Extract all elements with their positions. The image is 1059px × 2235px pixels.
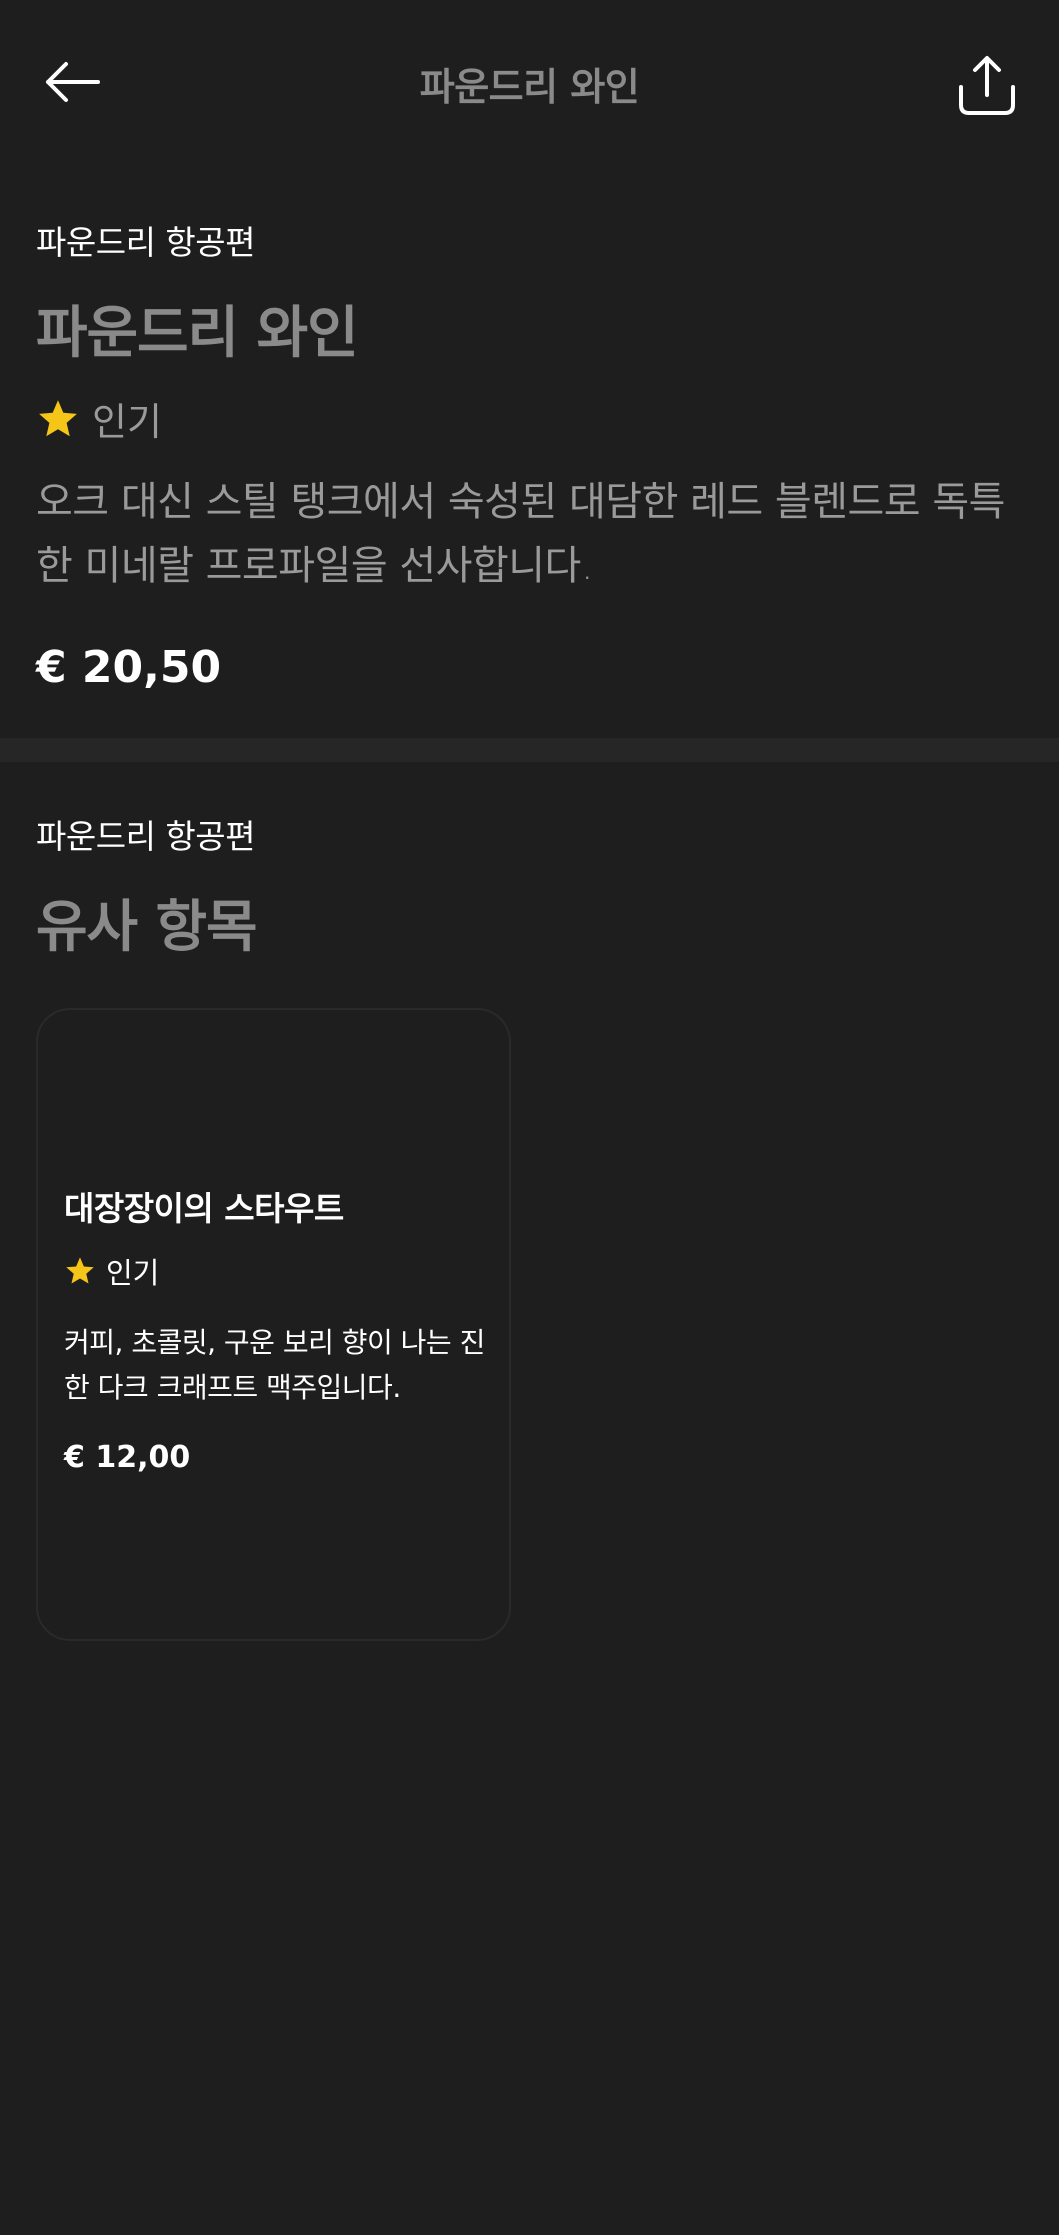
- top-bar: 파운드리 와인: [0, 0, 1059, 168]
- card-content: 대장장이의 스타우트 인기 커피, 초콜릿, 구운 보리 향이 나는 진한 다크…: [64, 1182, 494, 1475]
- star-icon: [66, 1257, 94, 1284]
- product-title: 파운드리 와인: [36, 301, 359, 366]
- share-button[interactable]: [950, 50, 1024, 120]
- section-divider: [0, 738, 1059, 762]
- product-category: 파운드리 항공편: [36, 223, 256, 262]
- page-title: 파운드리 와인: [419, 65, 640, 109]
- card-price: € 12,00: [64, 1440, 191, 1475]
- product-price: € 20,50: [36, 642, 222, 693]
- product-info: 파운드리 항공편 파운드리 와인 인기 오크 대신 스틸 탱크에서 숙성된 대담…: [36, 216, 1026, 693]
- star-icon: [39, 399, 77, 436]
- share-icon: [959, 56, 1015, 115]
- badge-label: 인기: [92, 400, 162, 444]
- card-description: 커피, 초콜릿, 구운 보리 향이 나는 진한 다크 크래프트 맥주입니다.: [64, 1326, 485, 1404]
- card-title: 대장장이의 스타우트: [64, 1189, 344, 1228]
- similar-section-header: 파운드리 항공편 유사 항목: [36, 810, 1026, 963]
- product-detail-page: 파운드리 와인 파운드리 항공편 파운드리 와인 인기 오크 대신 스틸 탱크에…: [0, 0, 1059, 2235]
- popular-badge: 인기: [36, 391, 1026, 446]
- card-badge-label: 인기: [106, 1256, 160, 1290]
- similar-category: 파운드리 항공편: [36, 817, 256, 856]
- similar-item-card[interactable]: 대장장이의 스타우트 인기 커피, 초콜릿, 구운 보리 향이 나는 진한 다크…: [36, 1008, 511, 1641]
- similar-title: 유사 항목: [36, 895, 258, 960]
- product-description: 오크 대신 스틸 탱크에서 숙성된 대담한 레드 블렌드로 독특한 미네랄 프로…: [36, 479, 1005, 589]
- card-popular-badge: 인기: [64, 1250, 494, 1292]
